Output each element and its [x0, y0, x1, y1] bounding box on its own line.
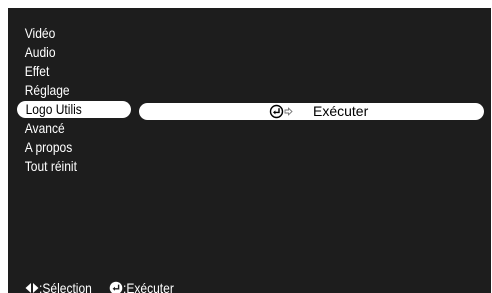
menu-item-reglage[interactable]: Réglage: [17, 81, 115, 100]
menu-item-tout-reinit[interactable]: Tout réinit: [17, 157, 115, 176]
menu-item-video[interactable]: Vidéo: [17, 24, 115, 43]
menu-item-avance[interactable]: Avancé: [17, 119, 115, 138]
execute-hint-label: :Exécuter: [123, 280, 175, 293]
execute-option[interactable]: Exécuter: [139, 103, 484, 120]
menu-item-audio[interactable]: Audio: [17, 43, 115, 62]
main-menu: Vidéo Audio Effet Réglage Logo Utilis Av…: [17, 24, 131, 176]
selection-hint-label: :Sélection: [39, 280, 92, 293]
footer-hints: :Sélection :Exécuter: [25, 279, 183, 293]
left-right-arrows-icon: [25, 282, 39, 293]
execute-label: Exécuter: [313, 103, 369, 119]
menu-item-logo-utilis[interactable]: Logo Utilis: [17, 101, 131, 118]
projector-osd-menu: Vidéo Audio Effet Réglage Logo Utilis Av…: [8, 8, 491, 293]
execute-hint: :Exécuter: [109, 279, 182, 293]
selection-hint: :Sélection: [25, 279, 100, 293]
enter-icon: [269, 104, 293, 119]
enter-icon: [109, 281, 123, 293]
menu-item-effet[interactable]: Effet: [17, 62, 115, 81]
menu-item-a-propos[interactable]: A propos: [17, 138, 115, 157]
menu-item-label: Logo Utilis: [25, 101, 82, 117]
